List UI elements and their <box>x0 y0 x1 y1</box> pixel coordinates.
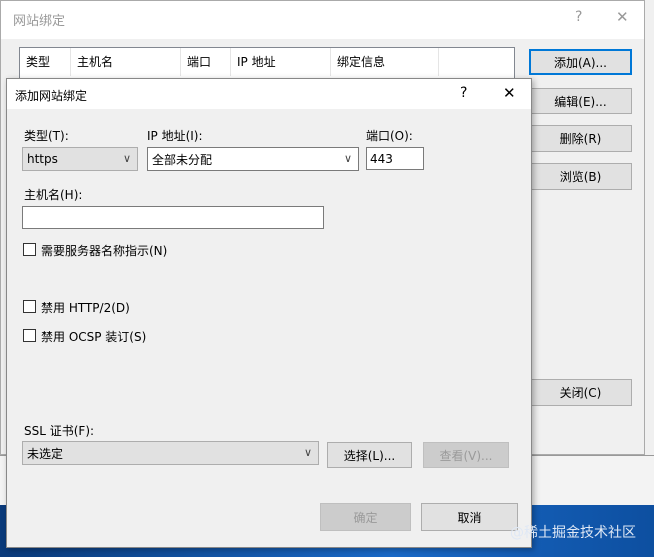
ssl-value: 未选定 <box>27 446 64 461</box>
sni-label[interactable]: 需要服务器名称指示(N) <box>41 242 167 259</box>
column-header-ip[interactable]: IP 地址 <box>231 48 331 76</box>
title-bar: 网站绑定 ? ✕ <box>1 1 644 39</box>
dialog-title: 添加网站绑定 <box>15 89 88 103</box>
select-certificate-button[interactable]: 选择(L)... <box>327 442 412 468</box>
dialog-title-bar: 添加网站绑定 ? ✕ <box>7 79 531 109</box>
host-label: 主机名(H): <box>24 188 83 202</box>
port-input[interactable]: 443 <box>366 147 424 170</box>
close-icon[interactable]: ✕ <box>616 8 629 26</box>
ip-label: IP 地址(I): <box>147 129 203 143</box>
chevron-down-icon: ∨ <box>343 152 352 165</box>
chevron-down-icon: ∨ <box>122 152 131 165</box>
add-site-binding-dialog: 添加网站绑定 ? ✕ 类型(T): https ∨ IP 地址(I): 全部未分配… <box>6 78 532 548</box>
disable-ocsp-label[interactable]: 禁用 OCSP 装订(S) <box>41 328 146 345</box>
ip-value: 全部未分配 <box>152 152 213 167</box>
sni-checkbox[interactable] <box>23 243 36 256</box>
watermark: @稀土掘金技术社区 <box>510 525 636 541</box>
ok-button[interactable]: 确定 <box>320 503 411 531</box>
window-title: 网站绑定 <box>13 14 66 29</box>
column-header-binding-info[interactable]: 绑定信息 <box>331 48 439 76</box>
type-label: 类型(T): <box>24 129 69 143</box>
close-button[interactable]: 关闭(C) <box>529 379 632 406</box>
browse-button[interactable]: 浏览(B) <box>529 163 632 190</box>
type-select[interactable]: https ∨ <box>22 147 138 171</box>
edit-button[interactable]: 编辑(E)... <box>529 88 632 114</box>
cancel-button[interactable]: 取消 <box>421 503 518 531</box>
view-certificate-button[interactable]: 查看(V)... <box>423 442 509 468</box>
port-label: 端口(O): <box>366 129 413 143</box>
close-icon[interactable]: ✕ <box>503 84 516 102</box>
column-header-host[interactable]: 主机名 <box>71 48 181 76</box>
ip-select[interactable]: 全部未分配 ∨ <box>147 147 359 171</box>
ssl-certificate-select[interactable]: 未选定 ∨ <box>22 441 319 465</box>
host-input[interactable] <box>22 206 324 229</box>
chevron-down-icon: ∨ <box>303 446 312 459</box>
disable-ocsp-checkbox[interactable] <box>23 329 36 342</box>
add-button[interactable]: 添加(A)... <box>529 49 632 75</box>
type-value: https <box>27 152 58 166</box>
disable-http2-label[interactable]: 禁用 HTTP/2(D) <box>41 299 130 316</box>
disable-http2-checkbox[interactable] <box>23 300 36 313</box>
help-icon[interactable]: ? <box>575 9 582 25</box>
help-icon[interactable]: ? <box>460 85 467 101</box>
column-header-type[interactable]: 类型 <box>20 48 71 76</box>
remove-button[interactable]: 删除(R) <box>529 125 632 152</box>
ssl-label: SSL 证书(F): <box>24 424 95 438</box>
column-header-port[interactable]: 端口 <box>181 48 231 76</box>
